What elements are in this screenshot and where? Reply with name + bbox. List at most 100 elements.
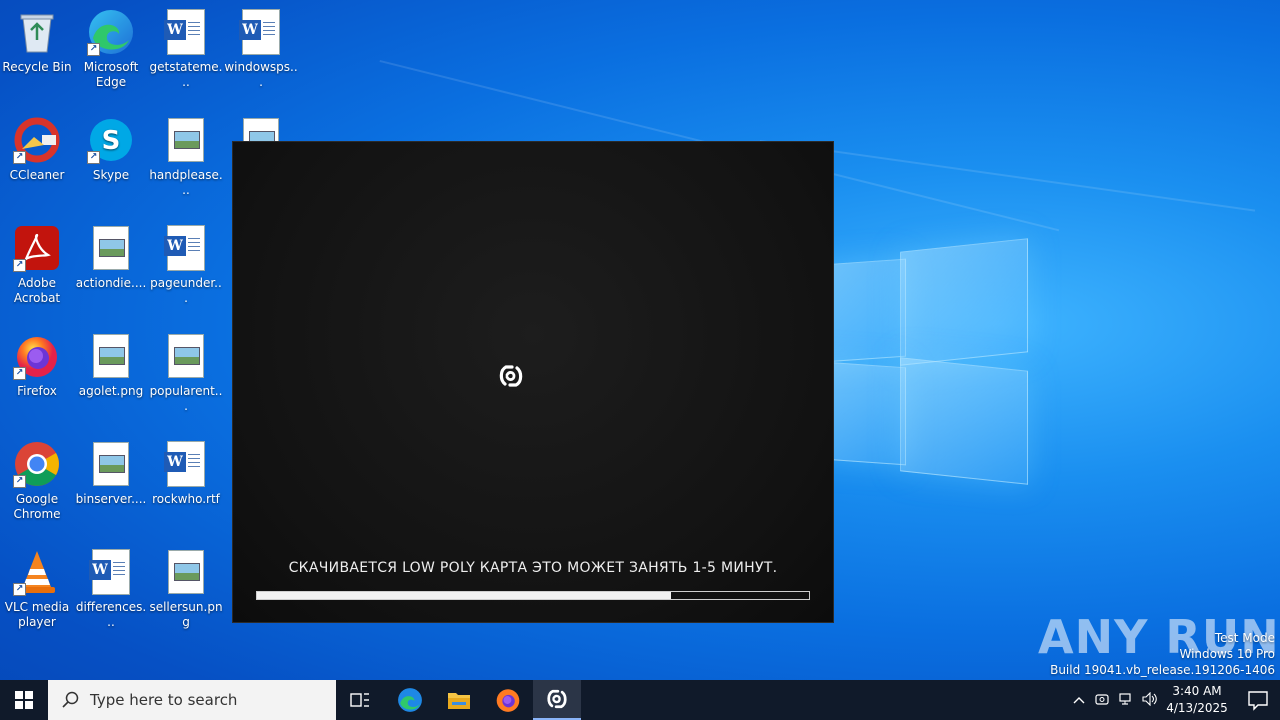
- search-icon: [62, 691, 79, 708]
- desktop-icon-label: VLC media player: [4, 600, 70, 629]
- desktop-icon-rockwho[interactable]: W rockwho.rtf: [149, 440, 223, 507]
- desktop-icon-label: agolet.png: [78, 384, 144, 398]
- start-button[interactable]: [0, 680, 48, 720]
- desktop-icon-recycle-bin[interactable]: Recycle Bin: [0, 8, 74, 75]
- desktop-icon-label: Adobe Acrobat: [13, 276, 61, 305]
- desktop-icon-actiondie[interactable]: actiondie....: [74, 224, 148, 291]
- wallpaper-ray: [759, 140, 1256, 212]
- recycle-bin-icon: [13, 8, 61, 56]
- windows-edition-text: Windows 10 Pro: [1179, 647, 1275, 661]
- download-status-text: СКАЧИВАЕТСЯ LOW POLY КАРТА ЭТО МОЖЕТ ЗАН…: [288, 560, 778, 576]
- meet-now-icon[interactable]: [1090, 692, 1114, 709]
- network-icon[interactable]: [1114, 692, 1138, 709]
- word-document-icon: W: [237, 8, 285, 56]
- system-info: Test Mode Windows 10 Pro Build 19041.vb_…: [1050, 630, 1275, 678]
- desktop-icon-adobe-acrobat[interactable]: ↗ Adobe Acrobat: [0, 224, 74, 306]
- firefox-icon: [496, 689, 520, 712]
- desktop-icon-label: Google Chrome: [13, 492, 61, 521]
- taskbar-clock[interactable]: 3:40 AM 4/13/2025: [1162, 683, 1232, 717]
- shortcut-arrow-icon: ↗: [13, 259, 26, 272]
- taskbar: Type here to search 3:40 AM 4/13/2025: [0, 680, 1280, 720]
- desktop-icon-handplease[interactable]: handplease...: [149, 116, 223, 198]
- notification-center-icon[interactable]: [1246, 688, 1270, 712]
- desktop-icon-agolet[interactable]: agolet.png: [74, 332, 148, 399]
- adobe-acrobat-icon: ↗: [13, 224, 61, 272]
- taskbar-firefox-button[interactable]: [484, 680, 532, 720]
- edge-icon: [398, 688, 422, 712]
- shortcut-arrow-icon: ↗: [13, 475, 26, 488]
- desktop-icon-label: actiondie....: [75, 276, 147, 290]
- loader-window: СКАЧИВАЕТСЯ LOW POLY КАРТА ЭТО МОЖЕТ ЗАН…: [232, 141, 834, 623]
- word-document-icon: W: [162, 8, 210, 56]
- desktop-icon-skype[interactable]: S ↗ Skype: [74, 116, 148, 183]
- image-file-icon: [162, 116, 210, 164]
- task-view-icon: [350, 693, 369, 707]
- task-view-button[interactable]: [336, 680, 384, 720]
- desktop-icon-popularent[interactable]: popularent...: [149, 332, 223, 414]
- desktop-icon-label: Recycle Bin: [2, 60, 72, 74]
- image-file-icon: [162, 332, 210, 380]
- chrome-icon: ↗: [13, 440, 61, 488]
- desktop-icon-ccleaner[interactable]: ↗ CCleaner: [0, 116, 74, 183]
- app-logo-icon: [499, 365, 523, 387]
- desktop-icon-binserver[interactable]: binserver....: [74, 440, 148, 507]
- word-document-icon: W: [87, 548, 135, 596]
- image-file-icon: [87, 332, 135, 380]
- svg-text:S: S: [102, 126, 121, 156]
- image-file-icon: [87, 224, 135, 272]
- shortcut-arrow-icon: ↗: [13, 367, 26, 380]
- desktop-icon-label: sellersun.png: [149, 600, 223, 629]
- edge-icon: ↗: [87, 8, 135, 56]
- desktop-icon-vlc[interactable]: ↗ VLC media player: [0, 548, 74, 630]
- shortcut-arrow-icon: ↗: [87, 43, 100, 56]
- skype-icon: S ↗: [87, 116, 135, 164]
- taskbar-loader-app-button[interactable]: [533, 680, 581, 720]
- image-file-icon: [162, 548, 210, 596]
- desktop-icon-label: binserver....: [75, 492, 147, 506]
- desktop-icon-label: rockwho.rtf: [152, 492, 220, 506]
- word-document-icon: W: [162, 224, 210, 272]
- desktop-icon-label: differences...: [75, 600, 147, 629]
- desktop-icon-label: Firefox: [17, 384, 57, 398]
- clock-date: 4/13/2025: [1166, 701, 1228, 715]
- desktop-icon-windowsps[interactable]: W windowsps...: [224, 8, 298, 90]
- firefox-icon: ↗: [13, 332, 61, 380]
- vlc-icon: ↗: [13, 548, 61, 596]
- shortcut-arrow-icon: ↗: [13, 151, 26, 164]
- desktop-icon-microsoft-edge[interactable]: ↗ Microsoft Edge: [74, 8, 148, 90]
- shortcut-arrow-icon: ↗: [87, 151, 100, 164]
- desktop-icon-label: handplease...: [149, 168, 223, 197]
- image-file-icon: [87, 440, 135, 488]
- desktop-icon-differences[interactable]: W differences...: [74, 548, 148, 630]
- folder-icon: [448, 693, 470, 709]
- desktop-icon-label: Skype: [92, 168, 130, 182]
- desktop-icon-getstateme[interactable]: W getstateme...: [149, 8, 223, 90]
- desktop-icon-label: windowsps...: [224, 60, 298, 89]
- download-progress-bar: [256, 591, 810, 600]
- clock-time: 3:40 AM: [1172, 684, 1222, 698]
- search-placeholder: Type here to search: [90, 691, 238, 709]
- taskbar-file-explorer-button[interactable]: [435, 680, 483, 720]
- desktop-icon-label: Microsoft Edge: [83, 60, 139, 89]
- app-logo-icon: [547, 689, 567, 709]
- windows-wallpaper-logo: [800, 238, 1030, 485]
- windows-start-icon: [15, 691, 33, 709]
- volume-icon[interactable]: [1138, 691, 1162, 709]
- desktop-icon-label: CCleaner: [9, 168, 65, 182]
- desktop-icon-label: pageunder...: [150, 276, 222, 305]
- ccleaner-icon: ↗: [13, 116, 61, 164]
- desktop-icon-google-chrome[interactable]: ↗ Google Chrome: [0, 440, 74, 522]
- desktop-icon-pageunder[interactable]: W pageunder...: [149, 224, 223, 306]
- system-tray: [1068, 680, 1162, 720]
- test-mode-text: Test Mode: [1214, 631, 1275, 645]
- desktop-icon-firefox[interactable]: ↗ Firefox: [0, 332, 74, 399]
- desktop-icon-label: popularent...: [149, 384, 223, 413]
- chevron-up-icon[interactable]: [1068, 693, 1090, 707]
- build-text: Build 19041.vb_release.191206-1406: [1050, 663, 1275, 677]
- word-document-icon: W: [162, 440, 210, 488]
- taskbar-edge-button[interactable]: [386, 680, 434, 720]
- progress-fill: [257, 592, 671, 599]
- desktop-icon-label: getstateme...: [149, 60, 223, 89]
- taskbar-search-box[interactable]: Type here to search: [48, 680, 336, 720]
- desktop-icon-sellersun[interactable]: sellersun.png: [149, 548, 223, 630]
